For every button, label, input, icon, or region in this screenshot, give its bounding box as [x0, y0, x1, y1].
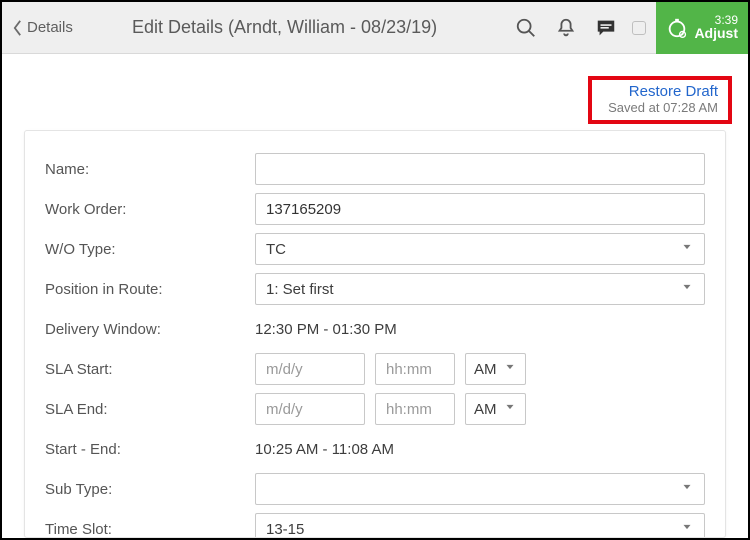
row-wo-type: W/O Type: TC [45, 229, 705, 269]
work-order-input[interactable] [255, 193, 705, 225]
label-name: Name: [45, 161, 255, 178]
label-wo-type: W/O Type: [45, 241, 255, 258]
search-icon [515, 17, 537, 39]
sub-type-select[interactable] [255, 473, 705, 505]
delivery-window-value: 12:30 PM - 01:30 PM [255, 321, 397, 338]
label-sub-type: Sub Type: [45, 481, 255, 498]
position-select[interactable]: 1: Set first [255, 273, 705, 305]
notifications-button[interactable] [552, 14, 580, 42]
chevron-down-icon [680, 480, 694, 498]
label-time-slot: Time Slot: [45, 521, 255, 538]
wo-type-value: TC [266, 241, 680, 258]
time-slot-select[interactable]: 13-15 [255, 513, 705, 538]
row-time-slot: Time Slot: 13-15 [45, 509, 705, 538]
chevron-down-icon [503, 400, 517, 418]
page-title: Edit Details (Arndt, William - 08/23/19) [132, 17, 437, 38]
sla-end-ampm-select[interactable]: AM [465, 393, 526, 425]
header-bar: Details Edit Details (Arndt, William - 0… [2, 2, 748, 54]
position-value: 1: Set first [266, 281, 680, 298]
form-card: Name: Work Order: W/O Type: TC Position … [24, 130, 726, 538]
sla-start-date-input[interactable] [255, 353, 365, 385]
header-actions: 3:39 Adjust [506, 2, 748, 54]
chevron-left-icon [12, 19, 23, 37]
restore-draft-callout: Restore Draft Saved at 07:28 AM [588, 76, 732, 124]
messages-button[interactable] [592, 14, 620, 42]
wo-type-select[interactable]: TC [255, 233, 705, 265]
sla-start-time-input[interactable] [375, 353, 455, 385]
start-end-value: 10:25 AM - 11:08 AM [255, 441, 394, 458]
row-start-end: Start - End: 10:25 AM - 11:08 AM [45, 429, 705, 469]
row-sub-type: Sub Type: [45, 469, 705, 509]
adjust-button[interactable]: 3:39 Adjust [656, 2, 748, 54]
chevron-down-icon [503, 360, 517, 378]
chevron-down-icon [680, 240, 694, 258]
sla-end-ampm-value: AM [474, 401, 497, 418]
status-indicator [632, 21, 646, 35]
app-window: Details Edit Details (Arndt, William - 0… [0, 0, 750, 540]
sla-start-ampm-value: AM [474, 361, 497, 378]
search-button[interactable] [512, 14, 540, 42]
label-delivery-window: Delivery Window: [45, 321, 255, 338]
label-sla-start: SLA Start: [45, 361, 255, 378]
sla-end-date-input[interactable] [255, 393, 365, 425]
chevron-down-icon [680, 280, 694, 298]
time-slot-value: 13-15 [266, 521, 680, 538]
name-input[interactable] [255, 153, 705, 185]
row-sla-end: SLA End: AM [45, 389, 705, 429]
sla-start-ampm-select[interactable]: AM [465, 353, 526, 385]
row-work-order: Work Order: [45, 189, 705, 229]
row-position: Position in Route: 1: Set first [45, 269, 705, 309]
row-sla-start: SLA Start: AM [45, 349, 705, 389]
stopwatch-gear-icon [666, 17, 688, 39]
row-delivery-window: Delivery Window: 12:30 PM - 01:30 PM [45, 309, 705, 349]
restore-draft-link[interactable]: Restore Draft [608, 83, 718, 100]
chat-icon [595, 17, 617, 39]
adjust-label: Adjust [694, 26, 738, 41]
back-label: Details [27, 19, 73, 36]
label-work-order: Work Order: [45, 201, 255, 218]
row-name: Name: [45, 149, 705, 189]
chevron-down-icon [680, 520, 694, 538]
label-start-end: Start - End: [45, 441, 255, 458]
label-position: Position in Route: [45, 281, 255, 298]
label-sla-end: SLA End: [45, 401, 255, 418]
bell-icon [555, 17, 577, 39]
restore-draft-subtext: Saved at 07:28 AM [608, 100, 718, 115]
back-button[interactable]: Details [12, 19, 73, 37]
sla-end-time-input[interactable] [375, 393, 455, 425]
